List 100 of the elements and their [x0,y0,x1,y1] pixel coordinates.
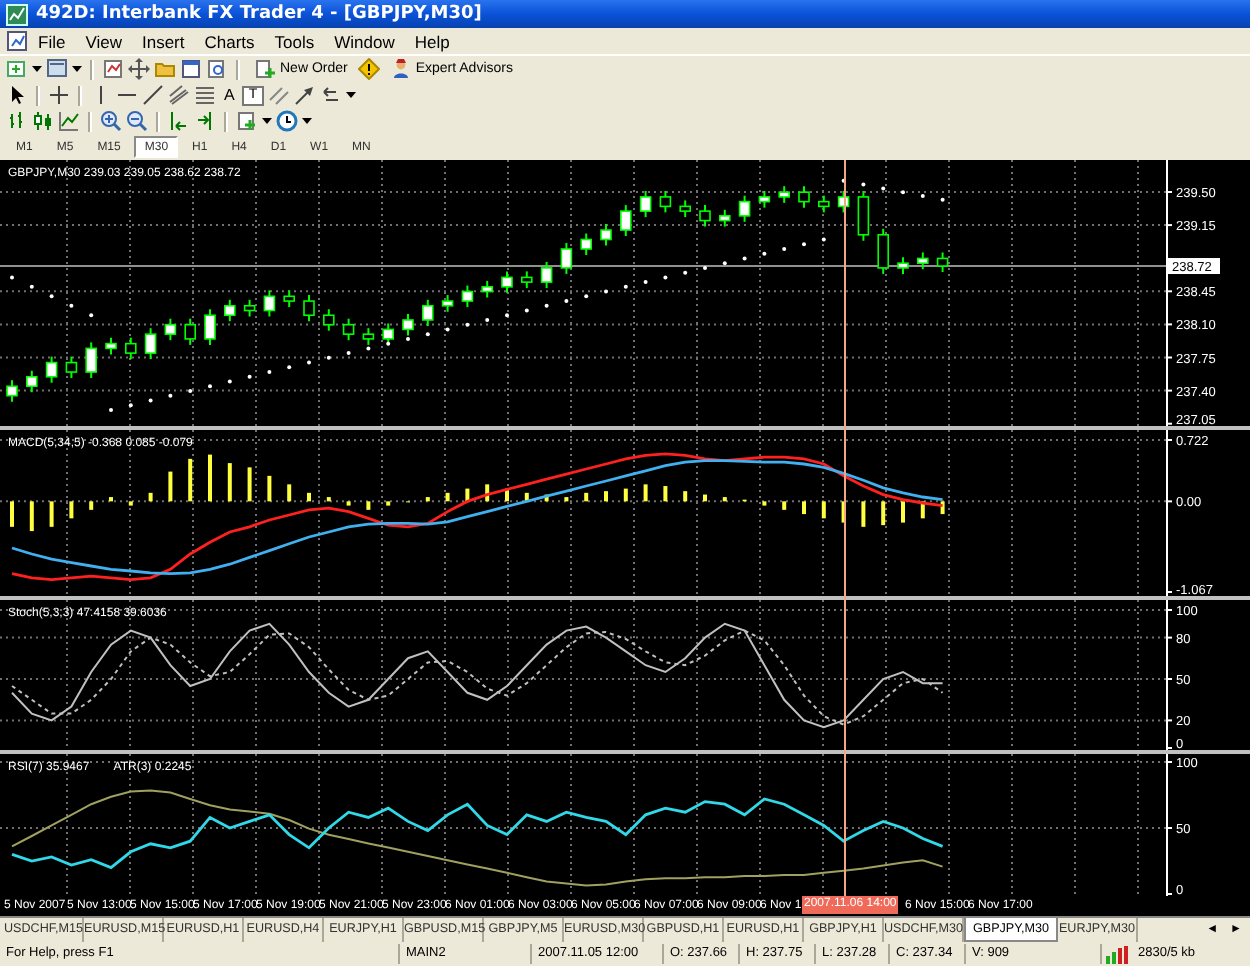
bar-chart-icon[interactable] [6,110,28,132]
candlestick [699,204,711,228]
histogram-bar [861,501,866,527]
candlestick [85,341,97,380]
candlestick [184,317,196,346]
sar-dot [89,313,94,318]
channel-icon[interactable] [168,84,190,106]
histogram-bar [346,501,351,506]
candlestick [560,242,573,275]
candlestick [540,260,553,290]
histogram-bar [89,501,94,510]
sar-dot [683,270,688,275]
sar-dot [366,346,371,351]
menu-item[interactable]: Help [404,31,460,51]
zoom-in-icon[interactable] [100,110,122,132]
candlestick [125,336,137,361]
histogram-bar [69,501,74,519]
sar-dot [940,197,945,202]
candlestick [422,298,434,327]
candlestick [639,189,652,219]
person-icon [389,58,412,80]
candlestick [342,317,355,342]
sar-dot [762,251,767,256]
sar-dot [722,261,727,266]
histogram-bar [148,492,153,502]
candlestick [719,208,731,228]
trendline-icon[interactable] [142,84,164,106]
histogram-bar [940,501,945,515]
sar-dot [49,294,54,299]
histogram-bar [683,491,688,502]
histogram-bar [425,497,430,502]
candlestick [580,232,592,256]
histogram-bar [247,467,252,502]
crosshair-icon[interactable] [48,84,70,106]
sar-dot [920,193,925,198]
menu-item[interactable]: View [75,31,132,51]
candlestick [323,308,335,332]
line-chart-icon[interactable] [58,110,80,132]
candlestick [6,379,18,403]
histogram-bar [29,501,34,532]
candlestick [857,189,870,242]
histogram-bar [762,501,767,506]
menu-item[interactable]: Tools [264,31,325,51]
sar-dot [584,294,589,299]
menu-item[interactable]: File [28,31,76,51]
candlestick [303,294,315,323]
autoscroll-icon[interactable] [168,110,190,132]
histogram-bar [722,497,727,502]
candlestick [818,194,830,214]
candlestick [105,336,117,356]
candlestick [45,355,58,384]
histogram-bar [386,501,391,506]
text-tool-button[interactable]: A [220,83,239,107]
menu-item[interactable]: Insert [131,31,195,51]
diagonal-arrow-icon[interactable] [293,84,316,106]
arrows-icon[interactable] [319,84,342,106]
warning-icon[interactable] [357,58,380,80]
histogram-bar [326,497,331,502]
move-icon[interactable] [128,58,150,80]
histogram-bar [623,488,628,502]
candlestick [204,308,216,346]
window-stack-icon[interactable] [46,58,68,80]
chart-shift-icon[interactable] [194,110,216,132]
cursor-icon[interactable] [6,84,28,106]
histogram-bar [188,458,193,502]
magnifier-page-icon[interactable] [206,58,228,80]
histogram-bar [564,497,569,502]
candlestick [362,327,375,346]
clock-icon[interactable] [276,110,298,132]
histogram-bar [227,463,232,502]
sar-dot [564,299,569,304]
sar-dot [128,403,133,408]
candlestick [600,223,612,247]
sar-dot [821,237,826,242]
candlestick-icon[interactable] [32,110,54,132]
chart-window-icon[interactable] [102,58,124,80]
candlestick [283,289,295,309]
sar-dot [742,256,747,261]
sar-dot [425,332,430,337]
candlestick [164,317,177,342]
sar-dot [643,280,648,285]
sar-dot [29,284,34,289]
sar-dot [287,365,292,370]
menu-item[interactable]: Charts [194,31,265,51]
candlestick [243,298,256,318]
sar-dot [386,341,391,346]
histogram-bar [267,475,272,502]
candlestick [382,322,394,346]
histogram-bar [524,492,529,502]
sar-dot [544,303,549,308]
menu-item[interactable]: Window [324,31,405,51]
candlestick [798,185,810,209]
candlestick [521,270,533,290]
panel-icon[interactable] [180,58,202,80]
zoom-out-icon[interactable] [126,110,148,132]
lines-icon[interactable] [194,84,216,106]
candlestick [936,251,949,273]
sar-dot [267,370,272,375]
template-icon[interactable] [236,110,258,132]
histogram-bar [366,501,371,510]
